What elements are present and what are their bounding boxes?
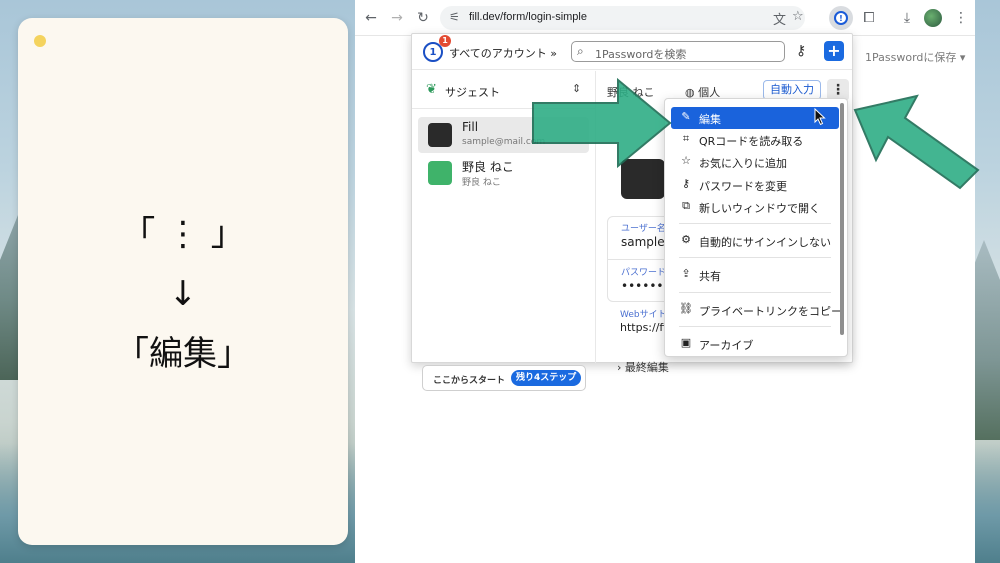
menu-item-label: 共有 bbox=[699, 270, 721, 283]
autofill-button[interactable]: 自動入力 bbox=[763, 80, 821, 100]
menu-item-label: プライベートリンクをコピー bbox=[699, 305, 842, 318]
search-icon: ⌕ bbox=[577, 44, 584, 58]
share-icon: ⇪ bbox=[681, 267, 691, 280]
translate-icon[interactable]: 文 bbox=[773, 9, 786, 28]
password-label: パスワード bbox=[621, 268, 667, 278]
instruction-card: 「 ⋮ 」 ↓ 「編集」 bbox=[18, 18, 348, 545]
suggest-label: サジェスト bbox=[445, 86, 500, 99]
username-label: ユーザー名 bbox=[621, 224, 666, 234]
external-window-icon: ⧉ bbox=[682, 199, 690, 212]
onepassword-extension-icon[interactable]: ! bbox=[829, 6, 853, 30]
card-dot bbox=[34, 35, 46, 47]
key-icon: ⚷ bbox=[681, 177, 691, 190]
search-placeholder: 1Passwordを検索 bbox=[595, 48, 687, 61]
profile-avatar[interactable] bbox=[924, 9, 942, 27]
suggest-leaf-icon: ❦ bbox=[426, 82, 437, 97]
last-edited-toggle[interactable]: › 最終編集 bbox=[617, 359, 669, 375]
browser-menu-icon[interactable]: ⋮ bbox=[951, 8, 971, 28]
menu-item-change-password[interactable]: ⚷ パスワードを変更 bbox=[671, 174, 839, 196]
menu-item-label: パスワードを変更 bbox=[699, 180, 787, 193]
list-item-fill[interactable]: Fill sample@mail.com bbox=[418, 117, 589, 153]
item-context-menu: ✎ 編集 ⌗ QRコードを読み取る ☆ お気に入りに追加 ⚷ パスワードを変更 … bbox=[664, 98, 848, 357]
star-icon: ☆ bbox=[681, 154, 691, 167]
back-icon[interactable]: ← bbox=[361, 8, 381, 28]
menu-item-label: QRコードを読み取る bbox=[699, 135, 804, 148]
bookmark-star-icon[interactable]: ☆ bbox=[792, 9, 804, 24]
last-edited-label: 最終編集 bbox=[624, 361, 669, 374]
get-started-button[interactable]: ここからスタート 残り4ステップ bbox=[422, 365, 586, 391]
list-item-title: Fill bbox=[462, 120, 479, 134]
instruction-text: 「 ⋮ 」 ↓ 「編集」 bbox=[18, 204, 348, 384]
menu-item-label: 自動的にサインインしない bbox=[699, 236, 831, 249]
menu-item-label: お気に入りに追加 bbox=[699, 157, 787, 170]
instruction-line-2: ↓ bbox=[168, 274, 198, 314]
link-icon: ⛓ bbox=[679, 302, 693, 315]
key-icon[interactable]: ⚷ bbox=[796, 43, 806, 59]
qr-scan-icon: ⌗ bbox=[682, 132, 690, 145]
chevron-updown-icon: ⇕ bbox=[572, 82, 582, 95]
identity-card-icon bbox=[428, 161, 452, 185]
site-settings-icon[interactable]: ⚟ bbox=[449, 10, 460, 24]
menu-item-label: アーカイブ bbox=[699, 339, 754, 352]
detail-owner: 野良 ねこ bbox=[607, 86, 655, 99]
menu-item-copy-private-link[interactable]: ⛓ プライベートリンクをコピー bbox=[671, 299, 842, 321]
get-started-label: ここからスタート bbox=[433, 376, 506, 386]
menu-item-scan-qr[interactable]: ⌗ QRコードを読み取る bbox=[671, 129, 839, 151]
website-label: Webサイト bbox=[620, 310, 667, 320]
list-item-subtitle: sample@mail.com bbox=[462, 137, 546, 147]
list-item-identity[interactable]: 野良 ねこ 野良 ねこ bbox=[418, 155, 589, 191]
page-save-to-1password[interactable]: 1Passwordに保存 ▾ bbox=[865, 49, 965, 65]
menu-scrollbar[interactable] bbox=[840, 103, 844, 335]
archive-icon: ▣ bbox=[680, 336, 692, 349]
suggest-dropdown[interactable]: ❦ サジェスト ⇕ bbox=[412, 71, 595, 109]
item-thumbnail bbox=[428, 123, 452, 147]
menu-item-favorite[interactable]: ☆ お気に入りに追加 bbox=[671, 151, 839, 173]
search-input[interactable]: ⌕ 1Passwordを検索 bbox=[571, 41, 785, 62]
instruction-line-1: 「 ⋮ 」 bbox=[121, 214, 245, 254]
popup-header: 1 1 すべてのアカウント » ⌕ 1Passwordを検索 ⚷ + bbox=[412, 34, 852, 70]
item-list-pane: ❦ サジェスト ⇕ Fill sample@mail.com 野良 ねこ 野良 … bbox=[412, 71, 596, 391]
extensions-puzzle-icon[interactable]: ⧠ bbox=[859, 8, 879, 28]
reload-icon[interactable]: ↻ bbox=[413, 8, 433, 28]
address-url: fill.dev/form/login-simple bbox=[469, 11, 587, 23]
mouse-cursor-icon bbox=[814, 108, 826, 126]
item-large-thumbnail bbox=[621, 159, 665, 199]
menu-item-new-window[interactable]: ⧉ 新しいウィンドウで開く bbox=[671, 196, 839, 218]
menu-item-archive[interactable]: ▣ アーカイブ bbox=[671, 333, 839, 355]
account-switcher-label: すべてのアカウント bbox=[449, 47, 547, 60]
double-chevron-icon: » bbox=[550, 47, 558, 60]
menu-divider bbox=[679, 223, 831, 224]
account-switcher[interactable]: すべてのアカウント » bbox=[449, 45, 557, 61]
pencil-icon: ✎ bbox=[681, 110, 691, 123]
menu-item-label: 編集 bbox=[699, 113, 721, 126]
menu-item-no-auto-signin[interactable]: ⚙ 自動的にサインインしない bbox=[671, 230, 839, 252]
menu-item-label: 新しいウィンドウで開く bbox=[699, 202, 820, 215]
add-item-button[interactable]: + bbox=[824, 41, 844, 61]
menu-divider bbox=[679, 257, 831, 258]
list-item-subtitle: 野良 ねこ bbox=[462, 178, 501, 188]
download-icon[interactable]: ⤓ bbox=[897, 8, 917, 28]
list-item-title: 野良 ねこ bbox=[462, 160, 514, 174]
chevron-right-icon: › bbox=[617, 361, 622, 374]
menu-divider bbox=[679, 292, 831, 293]
instruction-line-3: 「編集」 bbox=[115, 334, 251, 374]
address-bar[interactable]: ⚟ fill.dev/form/login-simple 文 ☆ bbox=[440, 6, 805, 30]
menu-divider bbox=[679, 326, 831, 327]
browser-toolbar: ← → ↻ ⚟ fill.dev/form/login-simple 文 ☆ !… bbox=[355, 0, 975, 36]
steps-remaining-pill: 残り4ステップ bbox=[511, 370, 582, 386]
gear-icon: ⚙ bbox=[681, 233, 691, 246]
menu-item-share[interactable]: ⇪ 共有 bbox=[671, 264, 839, 286]
forward-icon[interactable]: → bbox=[387, 8, 407, 28]
